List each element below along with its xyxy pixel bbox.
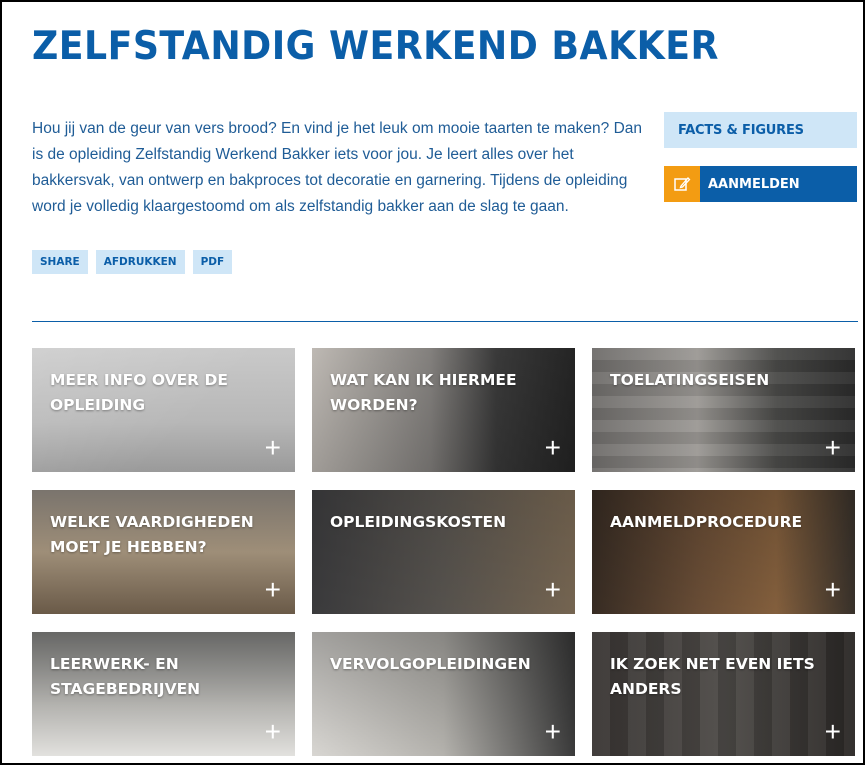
plus-icon: + xyxy=(544,574,561,605)
tile-label: WELKE VAARDIGHEDEN MOET JE HEBBEN? xyxy=(50,513,254,556)
plus-icon: + xyxy=(824,574,841,605)
tile-vaardigheden[interactable]: WELKE VAARDIGHEDEN MOET JE HEBBEN? + xyxy=(32,490,295,614)
register-button[interactable]: AANMELDEN xyxy=(664,166,857,202)
share-button[interactable]: SHARE xyxy=(32,250,88,274)
print-button[interactable]: AFDRUKKEN xyxy=(95,250,185,274)
register-label: AANMELDEN xyxy=(708,176,800,192)
plus-icon: + xyxy=(544,716,561,747)
tile-label: IK ZOEK NET EVEN IETS ANDERS xyxy=(610,655,815,698)
tile-label: MEER INFO OVER DE OPLEIDING xyxy=(50,371,228,414)
tile-image xyxy=(312,632,575,756)
tile-toelatingseisen[interactable]: TOELATINGSEISEN + xyxy=(592,348,855,472)
tile-image xyxy=(592,490,855,614)
tile-opleidingskosten[interactable]: OPLEIDINGSKOSTEN + xyxy=(312,490,575,614)
tile-wat-kan-ik-worden[interactable]: WAT KAN IK HIERMEE WORDEN? + xyxy=(312,348,575,472)
tile-label: WAT KAN IK HIERMEE WORDEN? xyxy=(330,371,517,414)
intro-text: Hou jij van de geur van vers brood? En v… xyxy=(32,120,643,215)
tile-label: LEERWERK- EN STAGEBEDRIJVEN xyxy=(50,655,201,698)
tile-meer-info[interactable]: MEER INFO OVER DE OPLEIDING + xyxy=(32,348,295,472)
plus-icon: + xyxy=(544,432,561,463)
tile-image xyxy=(312,490,575,614)
tile-iets-anders[interactable]: IK ZOEK NET EVEN IETS ANDERS + xyxy=(592,632,855,756)
share-actions: SHARE AFDRUKKEN PDF xyxy=(32,250,233,274)
tile-vervolgopleidingen[interactable]: VERVOLGOPLEIDINGEN + xyxy=(312,632,575,756)
plus-icon: + xyxy=(264,574,281,605)
tile-label: VERVOLGOPLEIDINGEN xyxy=(330,655,531,673)
plus-icon: + xyxy=(264,716,281,747)
plus-icon: + xyxy=(264,432,281,463)
tile-leerwerk-stage[interactable]: LEERWERK- EN STAGEBEDRIJVEN + xyxy=(32,632,295,756)
pdf-button[interactable]: PDF xyxy=(192,250,233,274)
tile-label: OPLEIDINGSKOSTEN xyxy=(330,513,507,531)
tile-label: AANMELDPROCEDURE xyxy=(610,513,803,531)
plus-icon: + xyxy=(824,716,841,747)
edit-icon xyxy=(664,166,700,202)
facts-figures-button[interactable]: FACTS & FIGURES xyxy=(664,112,857,148)
divider xyxy=(32,321,858,322)
tile-aanmeldprocedure[interactable]: AANMELDPROCEDURE + xyxy=(592,490,855,614)
plus-icon: + xyxy=(824,432,841,463)
page-frame: ZELFSTANDIG WERKEND BAKKER Hou jij van d… xyxy=(0,0,865,765)
tile-image xyxy=(592,348,855,472)
tile-label: TOELATINGSEISEN xyxy=(610,371,770,389)
page-title: ZELFSTANDIG WERKEND BAKKER xyxy=(32,24,719,69)
